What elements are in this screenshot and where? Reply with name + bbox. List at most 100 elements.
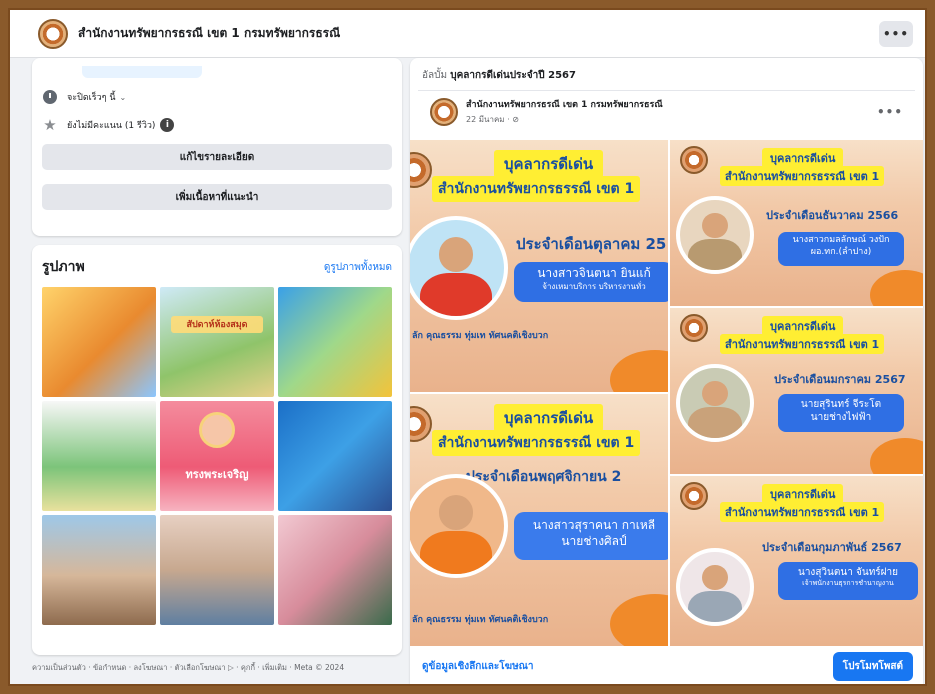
more-options-button[interactable]: •••	[879, 20, 913, 47]
staff-name: นางสาวกมลลักษณ์ วงปัก	[792, 235, 890, 245]
photo-thumbnail[interactable]	[42, 401, 156, 511]
decoration	[610, 594, 668, 646]
award-heading: บุคลากรดีเด่น	[762, 148, 844, 168]
staff-role: ผอ.ทก.(ลำปาง)	[810, 246, 872, 257]
award-month: ประจำเดือนกุมภาพันธ์ 2567	[762, 541, 902, 554]
photo-thumbnail[interactable]: ทรงพระเจริญ	[160, 401, 274, 511]
portrait-frame	[198, 412, 235, 448]
award-heading: บุคลากรดีเด่น	[494, 404, 604, 432]
award-heading: บุคลากรดีเด่น	[762, 484, 844, 504]
staff-name: นางสาวสุราคนา กาเหลี	[532, 518, 656, 532]
org-seal-icon	[680, 314, 708, 342]
award-panel[interactable]: บุคลากรดีเด่น สำนักงานทรัพยากรธรรณี เขต …	[670, 140, 923, 306]
page-logo-icon[interactable]	[38, 18, 68, 49]
promote-post-button[interactable]: โปรโมทโพสต์	[832, 651, 913, 681]
photo-thumbnail[interactable]	[278, 287, 392, 397]
portrait-shirt	[419, 272, 493, 316]
award-heading: บุคลากรดีเด่น	[494, 150, 604, 178]
staff-portrait	[410, 216, 508, 320]
page-title[interactable]: สำนักงานทรัพยากรธรณี เขต 1 กรมทรัพยากรธร…	[78, 24, 879, 43]
album-prefix: อัลบั้ม	[422, 70, 448, 81]
award-panel[interactable]: บุคลากรดีเด่น สำนักงานทรัพยากรธรรณี เขต …	[670, 476, 923, 646]
photos-header: รูปภาพ ดูรูปภาพทั้งหมด	[42, 255, 392, 279]
staff-portrait	[676, 364, 754, 442]
rating-row: ★ ยังไม่มีคะแนน (1 รีวิว) i	[42, 116, 392, 134]
staff-portrait	[676, 196, 754, 274]
album-name-link[interactable]: บุคลากรดีเด่นประจำปี 2567	[450, 70, 576, 81]
post-card: อัลบั้ม บุคลากรดีเด่นประจำปี 2567 สำนักง…	[410, 58, 923, 684]
award-panel[interactable]: บุคลากรดีเด่น สำนักงานทรัพยากรธรรณี เขต …	[410, 140, 668, 392]
hours-text: จะปิดเร็วๆ นี้	[67, 93, 116, 103]
portrait-shirt	[688, 406, 742, 438]
photos-title: รูปภาพ	[42, 259, 85, 275]
staff-role: นายช่างไฟฟ้า	[810, 412, 872, 423]
staff-role: เจ้าพนักงานธุรการชำนาญงาน	[802, 579, 894, 587]
award-heading: บุคลากรดีเด่น	[762, 316, 844, 336]
page-header: สำนักงานทรัพยากรธรณี เขต 1 กรมทรัพยากรธร…	[10, 10, 925, 58]
staff-name: นางสุวินตนา จันทร์ฝาย	[797, 567, 898, 578]
award-org: สำนักงานทรัพยากรธรรณี เขต 1	[720, 334, 885, 354]
org-seal-icon	[680, 482, 708, 510]
see-all-photos-link[interactable]: ดูรูปภาพทั้งหมด	[324, 260, 392, 275]
staff-portrait	[676, 548, 754, 626]
album-line: อัลบั้ม บุคลากรดีเด่นประจำปี 2567	[410, 58, 923, 86]
org-seal-icon	[410, 152, 432, 188]
photo-thumbnail[interactable]: สัปดาห์ห้องสมุด	[160, 287, 274, 397]
award-slogan: ลัก คุณธรรม ทุ่มเท ทัศนคติเชิงบวก	[412, 331, 549, 341]
photo-thumbnail[interactable]	[42, 515, 156, 625]
award-month: ประจำเดือนธันวาคม 2566	[766, 209, 899, 222]
award-name-box: นางสาวจินตนา ยินแก้ จ้างเหมาบริการ บริหา…	[514, 262, 668, 302]
award-panel[interactable]: บุคลากรดีเด่น สำนักงานทรัพยากรธรรณี เขต …	[410, 394, 668, 646]
award-org: สำนักงานทรัพยากรธรรณี เขต 1	[720, 166, 885, 186]
award-org: สำนักงานทรัพยากรธรรณี เขต 1	[432, 176, 641, 202]
award-name-box: นางสุวินตนา จันทร์ฝาย เจ้าพนักงานธุรการช…	[778, 562, 918, 600]
staff-name: นางสาวจินตนา ยินแก้	[537, 266, 651, 280]
award-name-box: นางสาวสุราคนา กาเหลี นายช่างศิลป์	[514, 512, 668, 560]
window-frame: สำนักงานทรัพยากรธรณี เขต 1 กรมทรัพยากรธร…	[8, 8, 927, 686]
award-name-box: นายสุรินทร์ จีระโต นายช่างไฟฟ้า	[778, 394, 904, 432]
photo-grid: สัปดาห์ห้องสมุด ทรงพระเจริญ	[42, 287, 392, 625]
footer-links[interactable]: ความเป็นส่วนตัว · ข้อกำหนด · ลงโฆษณา · ต…	[32, 662, 412, 673]
award-month: ประจำเดือนพฤศจิกายน 2	[466, 469, 622, 485]
staff-role: จ้างเหมาบริการ บริหารงานทั่ว	[542, 281, 646, 291]
add-featured-button[interactable]: เพิ่มเนื้อหาที่แนะนำ	[42, 184, 392, 210]
photos-card: รูปภาพ ดูรูปภาพทั้งหมด สัปดาห์ห้องสมุด ท…	[32, 245, 402, 655]
top-action-pill[interactable]	[82, 66, 202, 78]
staff-role: นายช่างศิลป์	[561, 533, 627, 548]
insights-link[interactable]: ดูข้อมูลเชิงลึกและโฆษณา	[422, 659, 534, 674]
edit-details-button[interactable]: แก้ไขรายละเอียด	[42, 144, 392, 170]
photo-thumbnail[interactable]	[160, 515, 274, 625]
post-header: สำนักงานทรัพยากรธรณี เขต 1 กรมทรัพยากรธร…	[418, 90, 915, 132]
photo-thumbnail[interactable]	[278, 515, 392, 625]
clock-icon	[42, 89, 58, 105]
post-more-button[interactable]: •••	[877, 105, 903, 119]
left-column: จะปิดเร็วๆ นี้ ⌄ ★ ยังไม่มีคะแนน (1 รีวิ…	[32, 58, 402, 655]
photo-thumbnail[interactable]	[42, 287, 156, 397]
post-date[interactable]: 22 มีนาคม · ⊘	[466, 113, 663, 126]
about-card: จะปิดเร็วๆ นี้ ⌄ ★ ยังไม่มีคะแนน (1 รีวิ…	[32, 58, 402, 236]
decoration	[610, 350, 668, 392]
photo-thumbnail[interactable]	[278, 401, 392, 511]
post-author[interactable]: สำนักงานทรัพยากรธรณี เขต 1 กรมทรัพยากรธร…	[466, 97, 663, 111]
award-slogan: ลัก คุณธรรม ทุ่มเท ทัศนคติเชิงบวก	[412, 615, 549, 625]
org-seal-icon	[410, 406, 432, 442]
chevron-down-icon[interactable]: ⌄	[119, 93, 126, 102]
info-icon[interactable]: i	[160, 118, 175, 132]
org-seal-icon	[680, 146, 708, 174]
award-panel[interactable]: บุคลากรดีเด่น สำนักงานทรัพยากรธรรณี เขต …	[670, 308, 923, 474]
award-name-box: นางสาวกมลลักษณ์ วงปัก ผอ.ทก.(ลำปาง)	[778, 232, 904, 266]
author-avatar[interactable]	[430, 97, 458, 126]
decoration	[870, 270, 923, 306]
photo-caption: ทรงพระเจริญ	[185, 467, 249, 481]
award-org: สำนักงานทรัพยากรธรรณี เขต 1	[720, 502, 885, 522]
award-month: ประจำเดือนตุลาคม 25	[516, 235, 667, 253]
award-collage[interactable]: บุคลากรดีเด่น สำนักงานทรัพยากรธรรณี เขต …	[410, 140, 923, 646]
post-footer: ดูข้อมูลเชิงลึกและโฆษณา โปรโมทโพสต์	[410, 648, 923, 684]
rating-text: ยังไม่มีคะแนน (1 รีวิว)	[67, 121, 156, 131]
award-month: ประจำเดือนมกราคม 2567	[774, 373, 906, 386]
star-icon: ★	[43, 116, 57, 134]
photo-caption: สัปดาห์ห้องสมุด	[171, 315, 263, 334]
staff-portrait	[410, 474, 508, 578]
decoration	[870, 438, 923, 474]
portrait-shirt	[688, 590, 742, 622]
